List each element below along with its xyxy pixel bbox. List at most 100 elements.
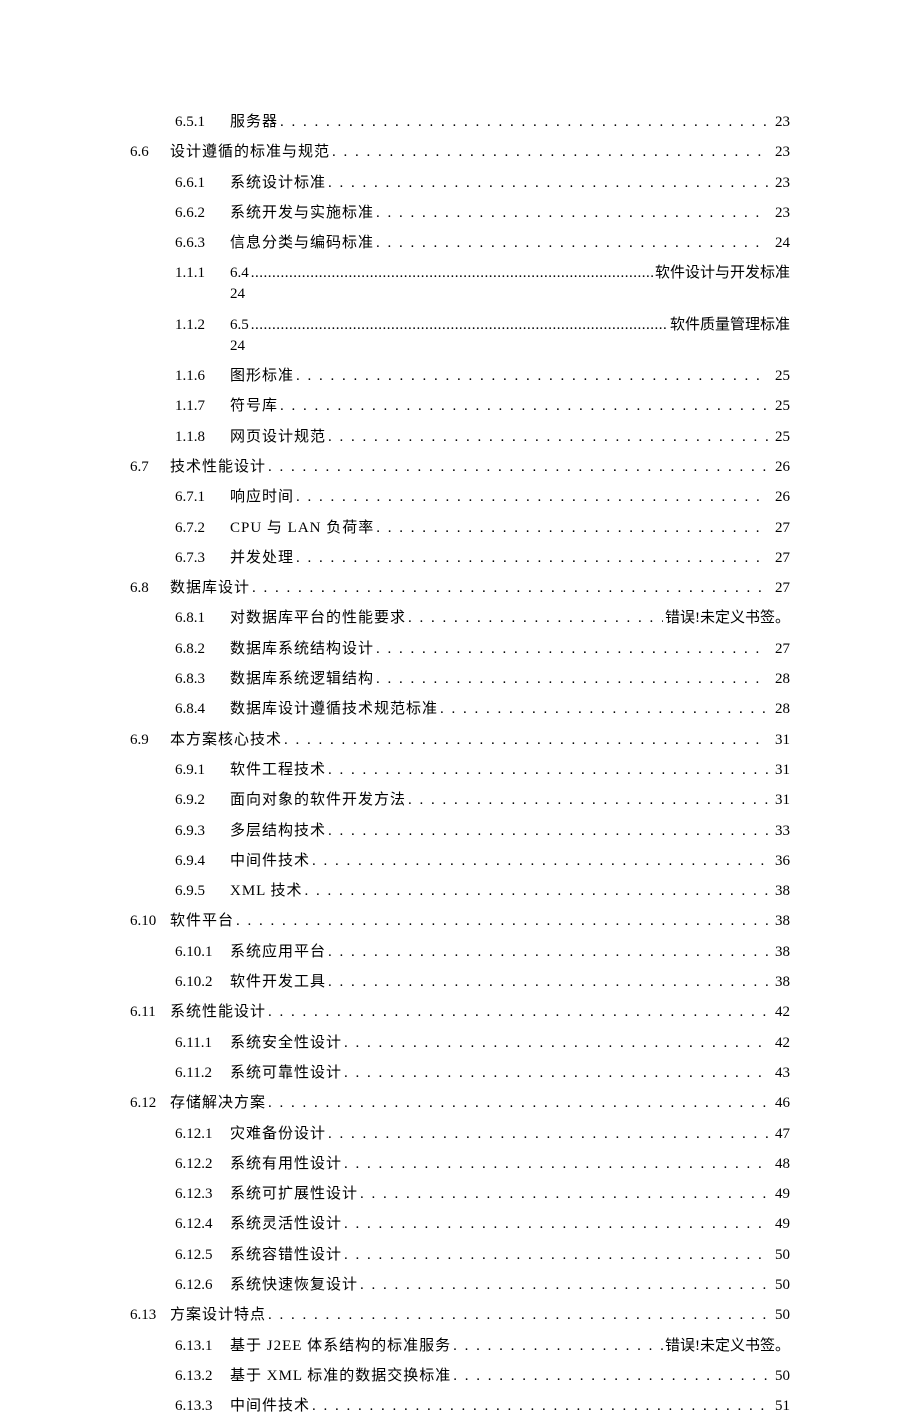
toc-number: 6.13.1	[175, 1338, 230, 1355]
toc-title: 并发处理	[230, 546, 294, 567]
toc-leader	[376, 520, 768, 537]
toc-number: 6.7	[130, 459, 170, 476]
toc-title: 系统灵活性设计	[230, 1212, 342, 1233]
toc-title: 方案设计特点	[170, 1303, 266, 1324]
toc-page: 36	[770, 853, 790, 870]
toc-entry: 6.7.3并发处理27	[130, 546, 790, 567]
toc-suffix: 软件设计与开发标准	[655, 261, 790, 282]
toc-entry: 6.13.1基于 J2EE 体系结构的标准服务错误!未定义书签。	[130, 1334, 790, 1355]
toc-number: 6.9.2	[175, 792, 230, 809]
toc-number: 1.1.7	[175, 398, 230, 415]
toc-title: 图形标准	[230, 364, 294, 385]
toc-number: 6.8.2	[175, 641, 230, 658]
toc-leader	[328, 429, 768, 446]
toc-page: 28	[770, 701, 790, 718]
toc-page: 31	[770, 732, 790, 749]
toc-page: 38	[770, 913, 790, 930]
toc-title: 设计遵循的标准与规范	[170, 140, 330, 161]
toc-title: 灾难备份设计	[230, 1122, 326, 1143]
toc-leader	[376, 205, 768, 222]
toc-number: 6.13	[130, 1307, 170, 1324]
toc-title: 对数据库平台的性能要求	[230, 606, 406, 627]
toc-entry: 6.6.1系统设计标准23	[130, 171, 790, 192]
toc-page: 31	[770, 762, 790, 779]
toc-title: 符号库	[230, 394, 278, 415]
toc-entry: 6.8.3数据库系统逻辑结构28	[130, 667, 790, 688]
toc-number: 6.9.3	[175, 823, 230, 840]
toc-entry: 6.5.1服务器23	[130, 110, 790, 131]
toc-page: 24	[175, 338, 790, 355]
toc-leader	[376, 641, 768, 658]
toc-entry: 6.9.4中间件技术36	[130, 849, 790, 870]
toc-page: 50	[770, 1307, 790, 1324]
toc-title: 面向对象的软件开发方法	[230, 788, 406, 809]
toc-title: 服务器	[230, 110, 278, 131]
toc-pre: 6.5	[230, 317, 249, 334]
toc-leader	[360, 1186, 768, 1203]
toc-entry: 6.10.2软件开发工具38	[130, 970, 790, 991]
toc-title: 多层结构技术	[230, 819, 326, 840]
toc-number: 6.10.1	[175, 944, 230, 961]
toc-entry: 6.8数据库设计27	[130, 576, 790, 597]
toc-number: 6.12.3	[175, 1186, 230, 1203]
toc-title: 本方案核心技术	[170, 728, 282, 749]
toc-number: 6.5.1	[175, 114, 230, 131]
toc-page: 38	[770, 883, 790, 900]
toc-number: 6.9.5	[175, 883, 230, 900]
toc-number: 6.13.2	[175, 1368, 230, 1385]
toc-entry: 6.9.2面向对象的软件开发方法31	[130, 788, 790, 809]
toc-page: 28	[770, 671, 790, 688]
toc-number: 6.7.2	[175, 520, 230, 537]
toc-leader	[236, 913, 768, 930]
toc-entry: 6.12.1灾难备份设计 47	[130, 1122, 790, 1143]
toc-leader	[296, 550, 768, 567]
toc-leader	[268, 1307, 768, 1324]
toc-leader	[344, 1065, 768, 1082]
toc-title: XML 技术	[230, 879, 303, 900]
toc-page: 23	[770, 144, 790, 161]
toc-number: 6.9.1	[175, 762, 230, 779]
toc-entry: 6.12.2系统有用性设计48	[130, 1152, 790, 1173]
toc-number: 6.6.1	[175, 175, 230, 192]
toc-leader	[296, 368, 768, 385]
toc-page: 27	[770, 550, 790, 567]
toc-entry: 6.10软件平台38	[130, 909, 790, 930]
toc-page: 33	[770, 823, 790, 840]
toc-title: 基于 J2EE 体系结构的标准服务	[230, 1334, 451, 1355]
toc-leader	[328, 762, 768, 779]
toc-page: 错误!未定义书签。	[665, 606, 790, 627]
toc-leader	[408, 792, 768, 809]
toc-title: 系统性能设计	[170, 1000, 266, 1021]
toc-title: 系统快速恢复设计	[230, 1273, 358, 1294]
toc-entry: 6.9本方案核心技术31	[130, 728, 790, 749]
toc-page: 38	[770, 974, 790, 991]
toc-page: 42	[770, 1004, 790, 1021]
toc-page: 27	[770, 520, 790, 537]
toc-entry: 6.8.4数据库设计遵循技术规范标准28	[130, 697, 790, 718]
toc-leader	[251, 317, 668, 334]
toc-leader	[312, 853, 768, 870]
toc-title: 软件开发工具	[230, 970, 326, 991]
toc-page: 47	[770, 1126, 790, 1143]
toc-number: 6.12.1	[175, 1126, 230, 1143]
toc-entry: 6.11.1系统安全性设计42	[130, 1031, 790, 1052]
toc-leader	[328, 974, 768, 991]
toc-title: 技术性能设计	[170, 455, 266, 476]
toc-leader	[453, 1338, 663, 1355]
toc-number: 6.7.1	[175, 489, 230, 506]
toc-entry: 6.6.2系统开发与实施标准23	[130, 201, 790, 222]
toc-leader	[376, 671, 768, 688]
toc-page: 38	[770, 944, 790, 961]
toc-leader	[268, 459, 768, 476]
toc-title: 系统可扩展性设计	[230, 1182, 358, 1203]
toc-leader	[296, 489, 768, 506]
toc-title: 系统安全性设计	[230, 1031, 342, 1052]
toc-title: 系统应用平台	[230, 940, 326, 961]
toc-entry: 6.8.1对数据库平台的性能要求错误!未定义书签。	[130, 606, 790, 627]
toc-page: 49	[770, 1186, 790, 1203]
toc-leader	[251, 265, 653, 282]
toc-page: 27	[770, 580, 790, 597]
toc-entry: 6.8.2数据库系统结构设计27	[130, 637, 790, 658]
toc-page: 23	[770, 175, 790, 192]
toc-number: 6.8.4	[175, 701, 230, 718]
